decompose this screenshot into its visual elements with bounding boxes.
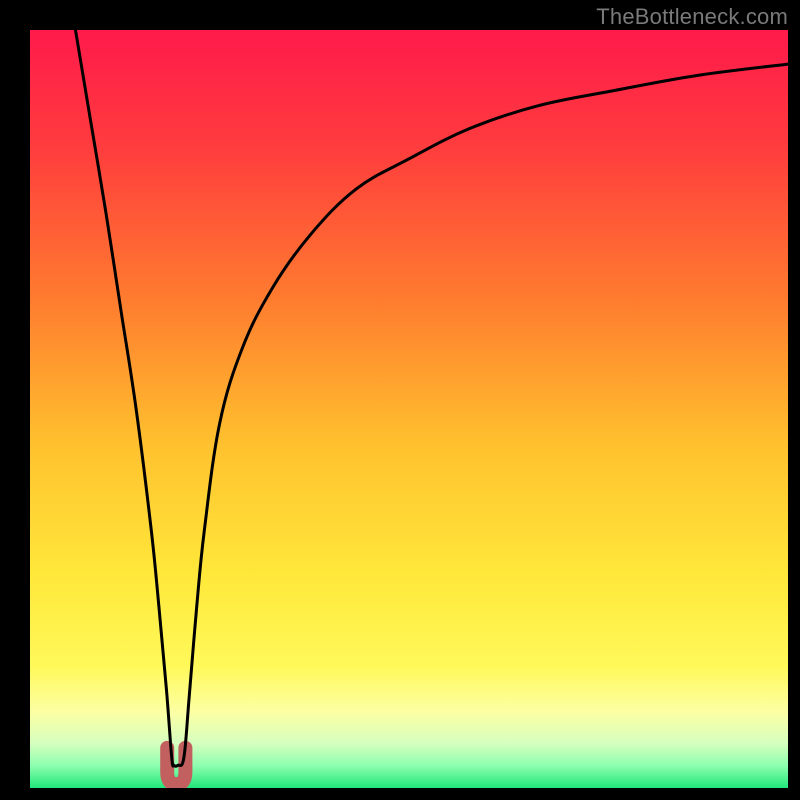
- credit-label: TheBottleneck.com: [596, 4, 788, 30]
- chart-svg: [30, 30, 788, 788]
- plot-area: [30, 30, 788, 788]
- gradient-background: [30, 30, 788, 788]
- outer-frame: TheBottleneck.com: [0, 0, 800, 800]
